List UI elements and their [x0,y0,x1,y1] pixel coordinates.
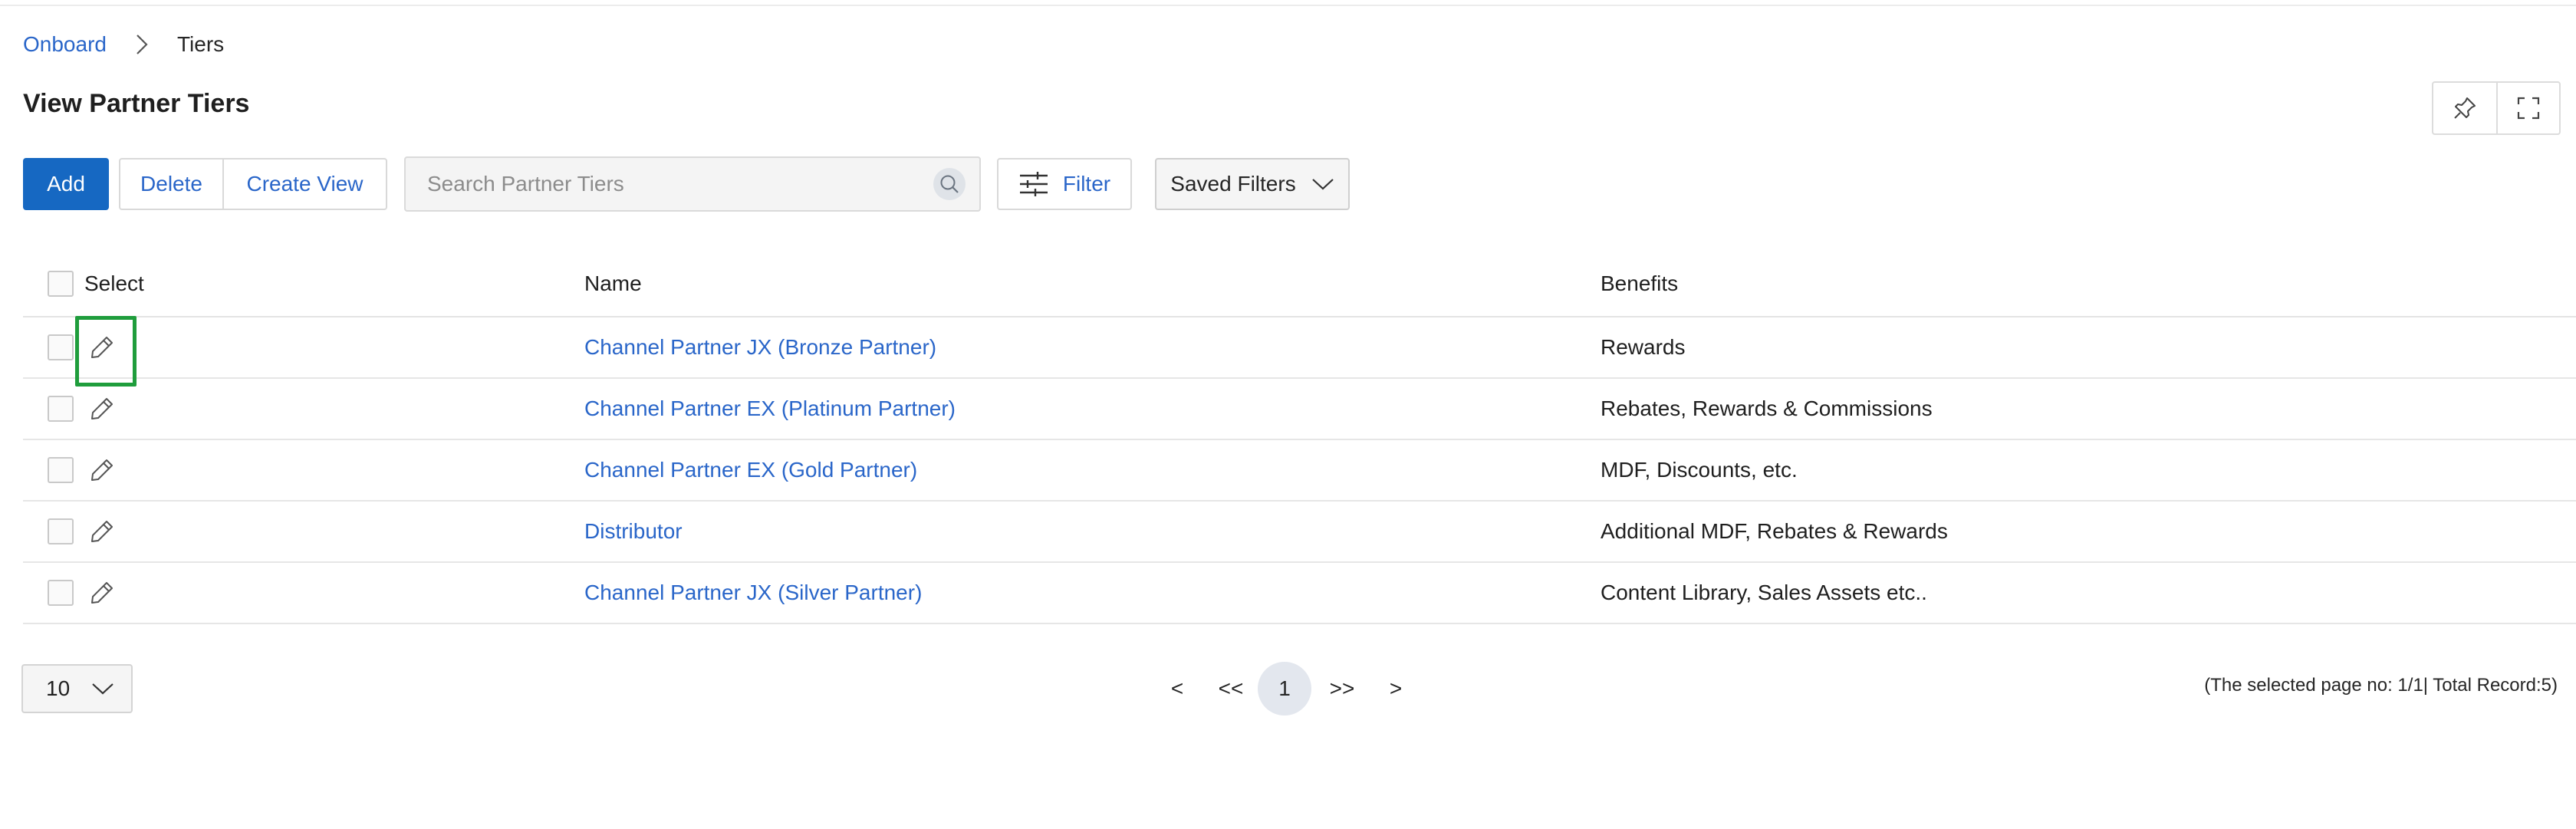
pencil-icon [91,337,113,358]
pin-icon [2454,97,2476,119]
row-select-cell [48,317,74,377]
filter-label: Filter [1062,172,1111,196]
prev-page-button[interactable]: < [1150,661,1204,716]
tier-benefits: Rebates, Rewards & Commissions [1601,396,1933,420]
pin-button[interactable] [2433,83,2496,133]
row-select-cell [48,379,74,439]
row-checkbox[interactable] [48,457,74,483]
edit-button[interactable] [77,440,127,500]
column-header-benefits[interactable]: Benefits [1601,252,1678,316]
edit-button[interactable] [77,563,127,623]
column-header-name[interactable]: Name [584,252,642,316]
tier-name-link[interactable]: Channel Partner EX (Gold Partner) [584,440,917,500]
tier-name-link[interactable]: Distributor [584,502,683,561]
current-page-button[interactable]: 1 [1258,662,1311,716]
tier-name-link[interactable]: Channel Partner JX (Bronze Partner) [584,317,936,377]
tier-name-link[interactable]: Channel Partner EX (Platinum Partner) [584,379,956,439]
chevron-down-icon [1311,179,1334,190]
fullscreen-icon [2517,97,2540,120]
action-button-group: Delete Create View [119,158,387,210]
breadcrumb: Onboard Tiers [23,29,224,60]
page-size-select[interactable]: 10 [21,664,133,713]
pencil-icon [91,459,113,481]
table-header: Select Name Benefits [23,252,2576,317]
pagination: < << 1 >> > [1150,661,1419,716]
column-header-select: Select [84,271,144,295]
table-row: Channel Partner JX (Silver Partner) Cont… [23,563,2576,624]
tier-benefits: MDF, Discounts, etc. [1601,458,1798,482]
tier-benefits: Content Library, Sales Assets etc.. [1601,581,1927,604]
top-divider [0,0,2576,6]
row-select-cell [48,563,74,623]
row-select-cell [48,502,74,561]
last-page-button[interactable]: >> [1311,661,1373,716]
saved-filters-dropdown[interactable]: Saved Filters [1155,158,1350,210]
sliders-icon [1019,172,1048,196]
search-input[interactable] [406,158,933,210]
search-box [404,156,981,212]
row-checkbox[interactable] [48,334,74,360]
row-checkbox[interactable] [48,518,74,544]
pagination-info: (The selected page no: 1/1| Total Record… [2204,675,2558,696]
table-row: Channel Partner EX (Gold Partner) MDF, D… [23,440,2576,502]
delete-button[interactable]: Delete [120,160,224,209]
pencil-icon [91,521,113,542]
breadcrumb-current: Tiers [176,32,225,56]
edit-button[interactable] [77,502,127,561]
partner-tiers-table: Select Name Benefits Channel Partner JX … [23,252,2576,624]
table-row: Channel Partner EX (Platinum Partner) Re… [23,379,2576,440]
select-all-checkbox[interactable] [48,271,74,297]
edit-button[interactable] [77,317,127,377]
tier-benefits: Rewards [1601,335,1686,359]
add-button[interactable]: Add [23,158,109,210]
first-page-button[interactable]: << [1204,661,1258,716]
pencil-icon [91,582,113,604]
tier-name-link[interactable]: Channel Partner JX (Silver Partner) [584,563,922,623]
edit-button[interactable] [77,379,127,439]
page-size-value: 10 [46,676,71,700]
tier-benefits: Additional MDF, Rebates & Rewards [1601,519,1948,543]
select-all-cell [48,252,74,316]
search-icon[interactable] [933,168,966,200]
breadcrumb-onboard-link[interactable]: Onboard [23,32,107,57]
filter-button[interactable]: Filter [997,158,1132,210]
chevron-right-icon [127,29,157,60]
page-title: View Partner Tiers [23,89,250,118]
table-row: Distributor Additional MDF, Rebates & Re… [23,502,2576,563]
row-select-cell [48,440,74,500]
chevron-down-icon [92,683,114,695]
create-view-button[interactable]: Create View [224,160,386,209]
next-page-button[interactable]: > [1373,661,1419,716]
pencil-icon [91,398,113,419]
table-row: Channel Partner JX (Bronze Partner) Rewa… [23,316,2576,387]
view-controls [2432,81,2561,135]
saved-filters-label: Saved Filters [1170,172,1296,196]
row-checkbox[interactable] [48,396,74,422]
fullscreen-button[interactable] [2496,83,2559,133]
row-checkbox[interactable] [48,580,74,606]
